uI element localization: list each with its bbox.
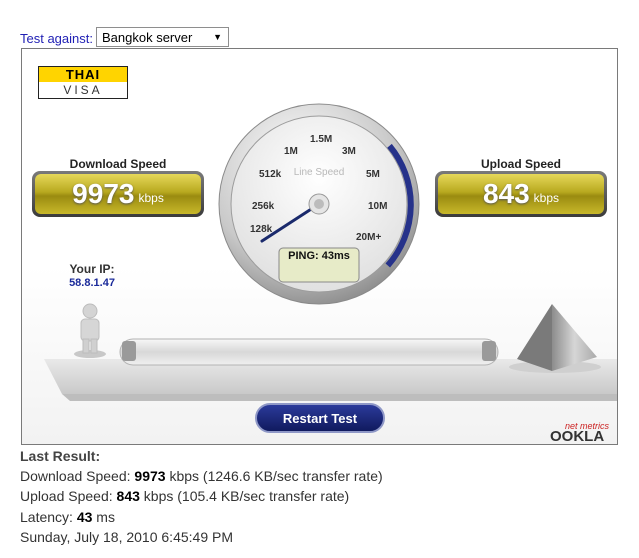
result-latency-value: 43 xyxy=(76,509,93,525)
tick-1m: 1M xyxy=(284,146,298,157)
tube-left-cap xyxy=(122,341,136,361)
last-result-title: Last Result: xyxy=(20,448,101,464)
speedtest-panel: THAI VISA Download Speed 9973 kbps Uploa… xyxy=(21,48,618,445)
result-latency-suffix: ms xyxy=(92,509,115,525)
server-select-value: Bangkok server xyxy=(102,30,193,45)
tick-128k: 128k xyxy=(250,224,273,235)
person-figure xyxy=(74,303,106,358)
server-select[interactable]: Bangkok server ▼ xyxy=(96,27,229,47)
platform-edge xyxy=(62,394,617,401)
result-upload-line: Upload Speed: 843 kbps (105.4 KB/sec tra… xyxy=(20,488,349,504)
speedtest-scene xyxy=(44,103,617,401)
result-download-prefix: Download Speed: xyxy=(20,468,135,484)
test-against-label: Test against: xyxy=(20,31,93,46)
tick-10m: 10M xyxy=(368,201,388,212)
result-download-value: 9973 xyxy=(134,468,166,484)
result-latency-prefix: Latency: xyxy=(20,509,77,525)
ookla-logo: OOKLA xyxy=(550,428,605,445)
tick-256k: 256k xyxy=(252,201,275,212)
tick-512k: 512k xyxy=(259,169,282,180)
restart-test-button[interactable]: Restart Test xyxy=(255,403,385,433)
ping-readout: PING: 43ms xyxy=(288,250,350,262)
tube-right-cap xyxy=(482,341,496,361)
result-upload-prefix: Upload Speed: xyxy=(20,488,117,504)
transfer-tube xyxy=(119,338,499,366)
result-latency-line: Latency: 43 ms xyxy=(20,509,115,525)
result-download-line: Download Speed: 9973 kbps (1246.6 KB/sec… xyxy=(20,468,383,484)
tick-1-5m: 1.5M xyxy=(310,134,333,145)
gauge-center-label: Line Speed xyxy=(293,167,345,178)
tick-3m: 3M xyxy=(342,146,356,157)
chevron-down-icon[interactable]: ▼ xyxy=(213,32,222,42)
tick-20m: 20M+ xyxy=(356,232,382,243)
tick-5m: 5M xyxy=(366,169,380,180)
result-upload-suffix: kbps (105.4 KB/sec transfer rate) xyxy=(139,488,350,504)
result-download-suffix: kbps (1246.6 KB/sec transfer rate) xyxy=(165,468,383,484)
result-upload-value: 843 xyxy=(116,488,140,504)
result-date: Sunday, July 18, 2010 6:45:49 PM xyxy=(20,529,233,545)
